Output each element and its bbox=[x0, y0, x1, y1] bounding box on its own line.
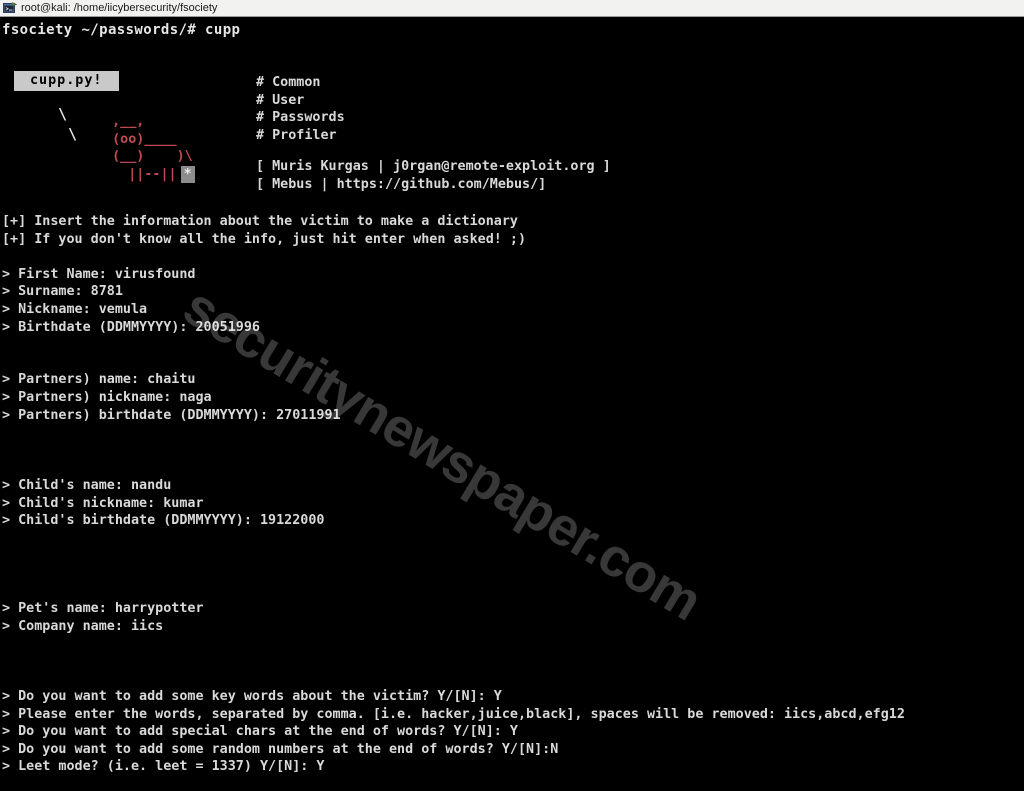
terminal-line: > Child's birthdate (DDMMYYYY): 19122000 bbox=[0, 512, 1024, 530]
terminal-window-icon bbox=[3, 1, 17, 13]
cow-art-line-1: ,__, bbox=[96, 114, 145, 129]
credit-line-1: [ Muris Kurgas | j0rgan@remote-exploit.o… bbox=[256, 159, 611, 174]
terminal-line: > Do you want to add some key words abou… bbox=[0, 688, 1024, 706]
terminal-line-text bbox=[2, 654, 10, 669]
terminal-line bbox=[0, 354, 1024, 372]
terminal-line bbox=[0, 565, 1024, 583]
terminal-line-text: > Child's birthdate (DDMMYYYY): 19122000 bbox=[2, 513, 325, 529]
terminal-line-text: [+] If you don't know all the info, just… bbox=[2, 231, 527, 247]
terminal-line: [+] Insert the information about the vic… bbox=[0, 213, 1024, 231]
terminal-line: > Partners) nickname: naga bbox=[0, 389, 1024, 407]
terminal-line-text bbox=[2, 460, 10, 475]
terminal-line-text: > Do you want to add special chars at th… bbox=[2, 724, 518, 740]
terminal-line: > Leet mode? (i.e. leet = 1337) Y/[N]: Y bbox=[0, 758, 1024, 776]
shell-prompt-line: fsociety ~/passwords/# cupp bbox=[2, 22, 241, 38]
terminal-line: > Partners) name: chaitu bbox=[0, 371, 1024, 389]
terminal-line-text bbox=[2, 337, 10, 352]
terminal-line-text: [+] Insert the information about the vic… bbox=[2, 214, 518, 229]
cupp-feature-tags: # Common # User # Passwords # Profiler bbox=[256, 74, 345, 144]
terminal-line: > Company name: iics bbox=[0, 618, 1024, 636]
terminal-line bbox=[0, 530, 1024, 548]
terminal-line-text bbox=[2, 777, 10, 791]
terminal-line: > Pet's name: harrypotter bbox=[0, 600, 1024, 618]
terminal-line: > Child's nickname: kumar bbox=[0, 495, 1024, 513]
terminal-line bbox=[0, 442, 1024, 460]
window-title-text: root@kali: /home/iicybersecurity/fsociet… bbox=[21, 1, 218, 14]
terminal-line bbox=[0, 547, 1024, 565]
terminal-line-text bbox=[2, 671, 10, 686]
terminal-line bbox=[0, 635, 1024, 653]
cow-art-line-4: ||--|| bbox=[96, 166, 177, 182]
terminal-line-text: > Please enter the words, separated by c… bbox=[2, 706, 905, 722]
terminal-line: > Child's name: nandu bbox=[0, 477, 1024, 495]
terminal-line: > Please enter the words, separated by c… bbox=[0, 706, 1024, 724]
terminal-line-text: > Birthdate (DDMMYYYY): 20051996 bbox=[2, 319, 260, 335]
terminal-line-text: > Leet mode? (i.e. leet = 1337) Y/[N]: Y bbox=[2, 759, 325, 775]
terminal-line-text: > Partners) birthdate (DDMMYYYY): 270119… bbox=[2, 407, 341, 423]
terminal-line: > Partners) birthdate (DDMMYYYY): 270119… bbox=[0, 407, 1024, 425]
cow-art-line-3: (__) )\ bbox=[96, 149, 193, 165]
terminal-line-text: > Pet's name: harrypotter bbox=[2, 601, 204, 617]
terminal-line-text bbox=[2, 548, 10, 563]
terminal-screen[interactable]: fsociety ~/passwords/# cupp cupp.py! \ \… bbox=[0, 18, 1024, 791]
pointer-slash-lower: \ bbox=[68, 125, 78, 143]
credit-line-2: [ Mebus | https://github.com/Mebus/] bbox=[256, 176, 547, 192]
cow-ascii-art: ,__, (oo)____ (__) )\ ||--|| * bbox=[96, 113, 195, 184]
terminal-line bbox=[0, 459, 1024, 477]
terminal-window: root@kali: /home/iicybersecurity/fsociet… bbox=[0, 0, 1024, 791]
pointer-slash-upper: \ bbox=[58, 105, 68, 123]
terminal-line bbox=[0, 776, 1024, 791]
terminal-line bbox=[0, 248, 1024, 266]
terminal-line bbox=[0, 670, 1024, 688]
terminal-line bbox=[0, 336, 1024, 354]
terminal-line-text bbox=[2, 355, 10, 370]
terminal-line-text: > Do you want to add some random numbers… bbox=[2, 741, 559, 757]
terminal-line-text: > Child's name: nandu bbox=[2, 477, 172, 493]
terminal-line-text bbox=[2, 583, 10, 598]
terminal-line-text: > Company name: iics bbox=[2, 618, 164, 634]
window-titlebar: root@kali: /home/iicybersecurity/fsociet… bbox=[0, 0, 1024, 17]
terminal-line-text: > Partners) nickname: naga bbox=[2, 389, 212, 405]
feature-tag-common: # Common bbox=[256, 75, 321, 90]
feature-tag-profiler: # Profiler bbox=[256, 127, 337, 143]
terminal-line-text bbox=[2, 531, 10, 546]
terminal-line-text bbox=[2, 636, 10, 651]
terminal-line: > First Name: virusfound bbox=[0, 266, 1024, 284]
terminal-line bbox=[0, 424, 1024, 442]
terminal-line: > Do you want to add some random numbers… bbox=[0, 741, 1024, 759]
cow-star-badge: * bbox=[180, 165, 195, 184]
terminal-line-text: > Do you want to add some key words abou… bbox=[2, 689, 502, 705]
terminal-line-text bbox=[2, 443, 10, 458]
cupp-credits: [ Muris Kurgas | j0rgan@remote-exploit.o… bbox=[256, 158, 611, 193]
terminal-line-text bbox=[2, 425, 10, 440]
cow-art-line-2: (oo)____ bbox=[96, 131, 177, 147]
terminal-line: > Birthdate (DDMMYYYY): 20051996 bbox=[0, 319, 1024, 337]
terminal-line-text: > Partners) name: chaitu bbox=[2, 372, 196, 388]
terminal-line bbox=[0, 582, 1024, 600]
terminal-line: > Surname: 8781 bbox=[0, 283, 1024, 301]
terminal-line: > Nickname: vemula bbox=[0, 301, 1024, 319]
feature-tag-passwords: # Passwords bbox=[256, 110, 345, 126]
terminal-line: [+] If you don't know all the info, just… bbox=[0, 231, 1024, 249]
terminal-line bbox=[0, 653, 1024, 671]
terminal-line-text: > Child's nickname: kumar bbox=[2, 495, 204, 511]
cupp-banner: cupp.py! \ \ ,__, (oo)____ (__) )\ ||--|… bbox=[0, 44, 1024, 214]
feature-tag-user: # User bbox=[256, 92, 305, 108]
terminal-line: > Do you want to add special chars at th… bbox=[0, 723, 1024, 741]
cupp-py-label: cupp.py! bbox=[14, 71, 119, 91]
terminal-line-text bbox=[2, 566, 10, 581]
terminal-output: [+] Insert the information about the vic… bbox=[0, 213, 1024, 791]
terminal-line-text: > Nickname: vemula bbox=[2, 301, 148, 317]
